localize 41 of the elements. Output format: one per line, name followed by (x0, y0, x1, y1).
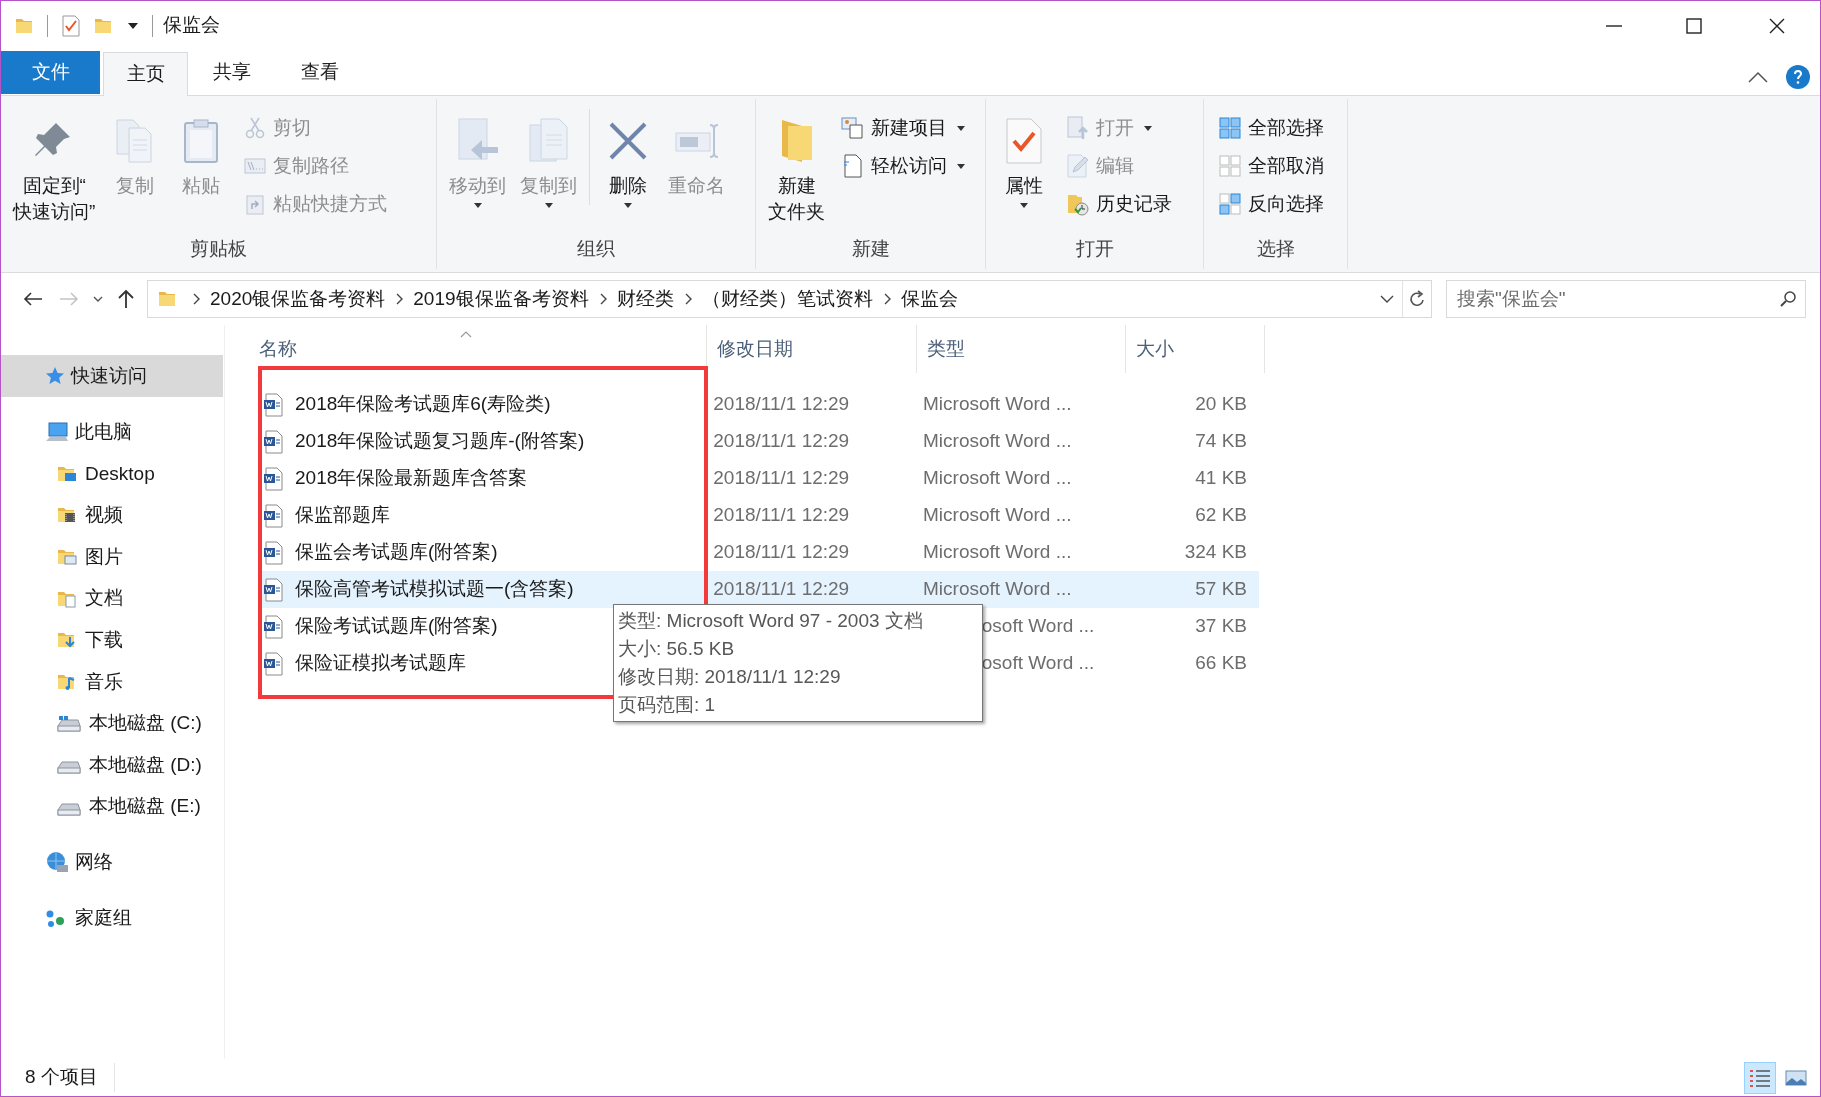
file-size: 20 KB (1195, 393, 1247, 415)
modified-date: 2018/11/1 12:29 (713, 467, 850, 489)
file-name: 保险证模拟考试题库 (295, 651, 466, 676)
file-type: Microsoft Word ... (923, 578, 1072, 600)
file-name: 2018年保险最新题库含答案 (295, 466, 528, 491)
file-type: osoft Word ... (981, 652, 1095, 674)
file-size: 324 KB (1184, 541, 1247, 563)
ribbon-group-label: 剪贴板 (190, 236, 247, 261)
file-size: 37 KB (1195, 615, 1247, 637)
ribbon-group-label: 新建 (851, 236, 890, 261)
modified-date: 2018/11/1 12:29 (713, 541, 850, 563)
file-name: 保监部题库 (295, 503, 390, 528)
window-title: 保监会 (163, 13, 220, 38)
item-count: 8 个项目 (25, 1063, 115, 1092)
file-name: 保监会考试题库(附答案) (295, 540, 498, 565)
tooltip-line: 大小: 56.5 KB (618, 637, 736, 661)
file-type: Microsoft Word ... (923, 430, 1072, 452)
ribbon-group-label: 组织 (577, 236, 615, 261)
file-size: 74 KB (1195, 430, 1247, 452)
file-size: 57 KB (1195, 578, 1247, 600)
modified-date: 2018/11/1 12:29 (713, 430, 850, 452)
file-type: osoft Word ... (981, 615, 1095, 637)
modified-date: 2018/11/1 12:29 (713, 578, 850, 600)
file-size: 62 KB (1195, 504, 1247, 526)
tooltip-line: 修改日期: 2018/11/1 12:29 (618, 665, 842, 689)
modified-date: 2018/11/1 12:29 (713, 504, 850, 526)
ribbon-group-label: 选择 (1256, 236, 1295, 261)
file-size: 41 KB (1195, 467, 1247, 489)
file-name: 2018年保险试题复习题库-(附答案) (295, 429, 585, 454)
file-type: Microsoft Word ... (923, 393, 1072, 415)
file-type: Microsoft Word ... (923, 504, 1072, 526)
file-size: 66 KB (1195, 652, 1247, 674)
file-name: 保险考试试题库(附答案) (295, 614, 498, 639)
file-type: Microsoft Word ... (923, 467, 1072, 489)
file-type: Microsoft Word ... (923, 541, 1072, 563)
tooltip-line: 类型: Microsoft Word 97 - 2003 文档 (618, 609, 924, 633)
tooltip-line: 页码范围: 1 (618, 693, 717, 717)
file-name: 保险高管考试模拟试题一(含答案) (295, 577, 574, 602)
ribbon-group-label: 打开 (1075, 236, 1114, 261)
modified-date: 2018/11/1 12:29 (713, 393, 850, 415)
file-name: 2018年保险考试题库6(寿险类) (295, 392, 551, 417)
